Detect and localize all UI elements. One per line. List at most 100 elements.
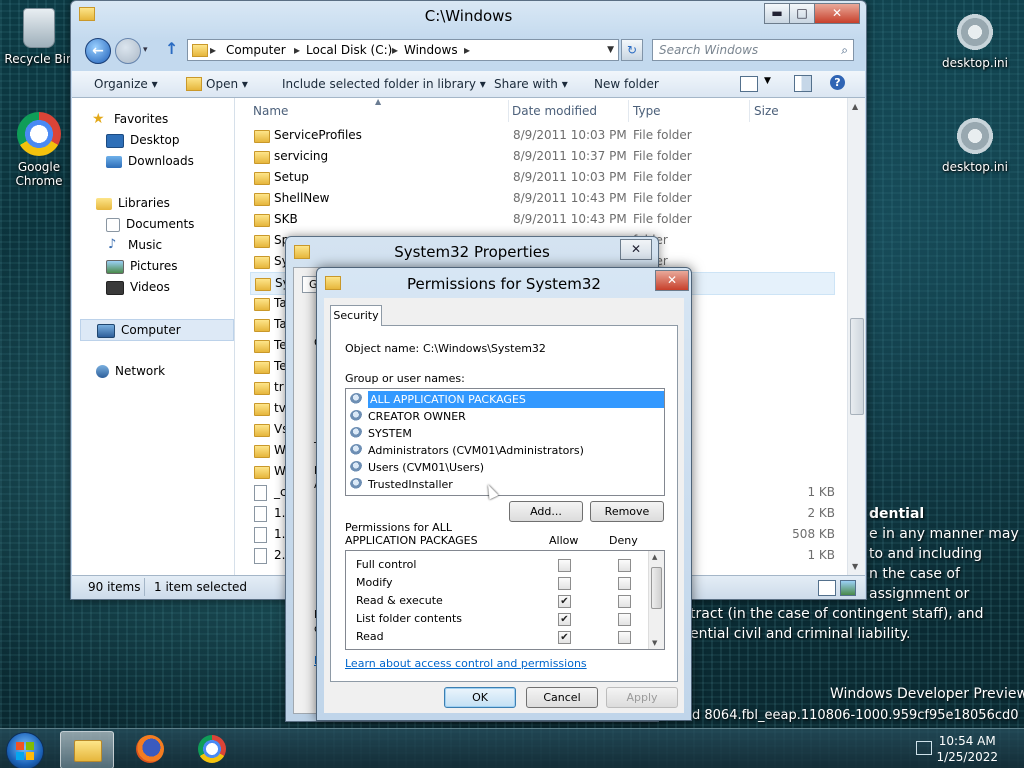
preview-pane-icon[interactable]	[794, 75, 812, 92]
close-button[interactable]: ✕	[655, 270, 689, 291]
breadcrumb-item-computer[interactable]: Computer	[226, 40, 286, 60]
include-in-library-button[interactable]: Include selected folder in library ▾	[282, 77, 486, 91]
allow-checkbox[interactable]: ✔	[558, 595, 571, 608]
desktop-icon-recycle-bin[interactable]: Recycle Bin	[2, 8, 76, 66]
open-button[interactable]: Open ▾	[206, 77, 248, 91]
scroll-thumb[interactable]	[651, 567, 662, 609]
file-row[interactable]: SKB 8/9/2011 10:43 PM File folder	[250, 209, 835, 230]
nav-computer[interactable]: Computer	[80, 319, 234, 341]
file-row[interactable]: Setup 8/9/2011 10:03 PM File folder	[250, 167, 835, 188]
allow-checkbox[interactable]	[558, 577, 571, 590]
nav-libraries[interactable]: Libraries	[96, 193, 170, 213]
file-row[interactable]: ShellNew 8/9/2011 10:43 PM File folder	[250, 188, 835, 209]
large-icons-view-icon[interactable]	[840, 580, 856, 596]
add-button[interactable]: Add...	[509, 501, 583, 522]
nav-label: Network	[115, 364, 166, 378]
share-with-button[interactable]: Share with ▾	[494, 77, 568, 91]
view-options-icon[interactable]	[740, 76, 758, 92]
file-type: File folder	[633, 191, 692, 205]
search-input[interactable]: Search Windows ⌕	[652, 39, 854, 61]
deny-checkbox[interactable]	[618, 559, 631, 572]
column-header-date[interactable]: Date modified	[512, 104, 597, 118]
nav-music[interactable]: ♪ Music	[106, 235, 162, 255]
allow-checkbox[interactable]: ✔	[558, 631, 571, 644]
file-row[interactable]: ServiceProfiles 8/9/2011 10:03 PM File fol…	[250, 125, 835, 146]
deny-checkbox[interactable]	[618, 613, 631, 626]
scroll-up-icon[interactable]: ▲	[852, 102, 858, 111]
taskbar-chrome-button[interactable]	[186, 731, 238, 767]
file-row[interactable]: servicing 8/9/2011 10:37 PM File folder	[250, 146, 835, 167]
deny-checkbox[interactable]	[618, 631, 631, 644]
user-list[interactable]: ALL APPLICATION PACKAGES CREATOR OWNER S…	[345, 388, 665, 496]
address-dropdown-icon[interactable]: ▼	[607, 40, 614, 60]
nav-network[interactable]: Network	[96, 361, 165, 381]
music-icon: ♪	[108, 237, 117, 252]
breadcrumb-separator-icon[interactable]: ▸	[392, 40, 398, 60]
tab-security[interactable]: Security	[330, 305, 382, 326]
breadcrumb-separator-icon[interactable]: ▸	[294, 40, 300, 60]
address-bar[interactable]: ▸ Computer ▸ Local Disk (C:) ▸ Windows ▸…	[187, 39, 619, 61]
permission-row: Modify	[356, 574, 644, 592]
star-icon: ★	[92, 111, 105, 127]
nav-desktop[interactable]: Desktop	[106, 130, 180, 150]
column-divider[interactable]	[508, 100, 509, 122]
cancel-button[interactable]: Cancel	[526, 687, 598, 708]
close-button[interactable]: ✕	[814, 3, 860, 24]
breadcrumb-item-local-disk[interactable]: Local Disk (C:)	[306, 40, 392, 60]
scroll-up-icon[interactable]: ▲	[652, 553, 657, 561]
taskbar-explorer-button[interactable]	[60, 731, 114, 768]
column-header-name[interactable]: Name	[253, 104, 288, 118]
maximize-button[interactable]: □	[789, 3, 815, 24]
taskbar-firefox-button[interactable]	[124, 731, 176, 767]
permissions-scrollbar[interactable]: ▲ ▼	[648, 551, 664, 649]
system-clock[interactable]: 10:54 AM 1/25/2022	[936, 733, 998, 765]
column-divider[interactable]	[628, 100, 629, 122]
search-icon[interactable]: ⌕	[841, 40, 848, 60]
refresh-icon[interactable]: ↻	[621, 39, 643, 61]
scroll-thumb[interactable]	[850, 318, 864, 415]
forward-arrow-icon[interactable]	[115, 38, 141, 64]
start-button[interactable]	[6, 732, 44, 768]
new-folder-button[interactable]: New folder	[594, 77, 659, 91]
folder-icon	[254, 235, 270, 248]
allow-checkbox[interactable]	[558, 559, 571, 572]
ok-button[interactable]: OK	[444, 687, 516, 708]
breadcrumb-item-windows[interactable]: Windows	[404, 40, 458, 60]
allow-checkbox[interactable]: ✔	[558, 613, 571, 626]
recent-pages-chevron-icon[interactable]: ▾	[143, 45, 148, 55]
help-icon[interactable]: ?	[830, 75, 845, 90]
watermark-line: to and including	[869, 546, 983, 562]
vertical-scrollbar[interactable]: ▲ ▼	[847, 98, 865, 575]
remove-button[interactable]: Remove	[590, 501, 664, 522]
desktop-icon-desktop-ini-1[interactable]: desktop.ini	[938, 12, 1012, 70]
organize-button[interactable]: Organize ▾	[94, 77, 158, 91]
breadcrumb-separator-icon[interactable]: ▸	[464, 40, 470, 60]
column-header-size[interactable]: Size	[754, 104, 779, 118]
scroll-down-icon[interactable]: ▼	[852, 562, 858, 571]
nav-videos[interactable]: Videos	[106, 277, 170, 297]
up-arrow-icon[interactable]: ↑	[165, 39, 178, 58]
nav-label: Computer	[121, 323, 181, 337]
nav-documents[interactable]: Documents	[106, 214, 194, 234]
desktop-icon-google-chrome[interactable]: Google Chrome	[2, 112, 76, 188]
back-arrow-icon[interactable]: ←	[85, 38, 111, 64]
network-tray-icon[interactable]	[916, 741, 932, 755]
deny-checkbox[interactable]	[618, 595, 631, 608]
deny-checkbox[interactable]	[618, 577, 631, 590]
learn-more-link[interactable]: Learn about access control and permissio…	[345, 657, 587, 670]
apply-button[interactable]: Apply	[606, 687, 678, 708]
desktop-icon-desktop-ini-2[interactable]: desktop.ini	[938, 116, 1012, 174]
view-dropdown-icon[interactable]: ▼	[764, 76, 771, 86]
allow-column-label: Allow	[549, 534, 579, 547]
minimize-button[interactable]: ▬	[764, 3, 790, 24]
details-view-icon[interactable]	[818, 580, 836, 596]
nav-pictures[interactable]: Pictures	[106, 256, 178, 276]
column-divider[interactable]	[749, 100, 750, 122]
scroll-down-icon[interactable]: ▼	[652, 639, 657, 647]
nav-favorites[interactable]: ★ Favorites	[92, 109, 168, 129]
column-header-type[interactable]: Type	[633, 104, 661, 118]
nav-downloads[interactable]: Downloads	[106, 151, 194, 171]
close-button[interactable]: ✕	[620, 239, 652, 260]
user-name: CREATOR OWNER	[368, 410, 466, 423]
user-group-icon	[350, 461, 363, 474]
